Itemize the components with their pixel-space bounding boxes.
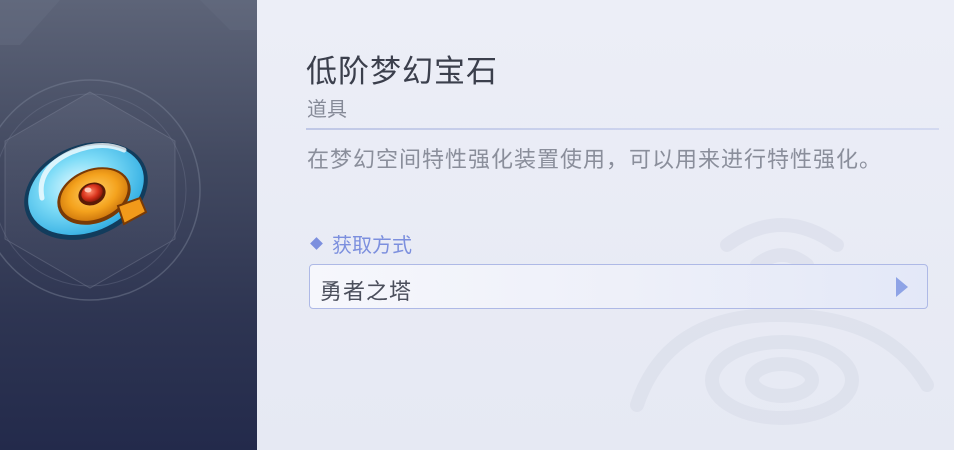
item-type-label: 道具 — [307, 97, 347, 121]
item-description: 在梦幻空间特性强化装置使用，可以用来进行特性强化。 — [307, 148, 883, 173]
item-info-panel: 低阶梦幻宝石 道具 在梦幻空间特性强化装置使用，可以用来进行特性强化。 获取方式… — [257, 0, 954, 450]
dream-gem-icon — [24, 142, 148, 240]
source-section-header: 获取方式 — [310, 229, 412, 258]
divider — [306, 128, 939, 130]
source-header-label: 获取方式 — [332, 233, 412, 257]
arrow-right-icon — [896, 277, 908, 297]
diamond-bullet-icon — [310, 237, 323, 250]
item-detail-panel: 低阶梦幻宝石 道具 在梦幻空间特性强化装置使用，可以用来进行特性强化。 获取方式… — [0, 0, 954, 450]
source-entry-label: 勇者之塔 — [320, 280, 413, 305]
watermark-logo-decoration — [630, 218, 934, 425]
source-entry-button[interactable]: 勇者之塔 — [309, 264, 928, 309]
item-preview-panel — [0, 0, 257, 450]
item-name: 低阶梦幻宝石 — [306, 54, 498, 90]
